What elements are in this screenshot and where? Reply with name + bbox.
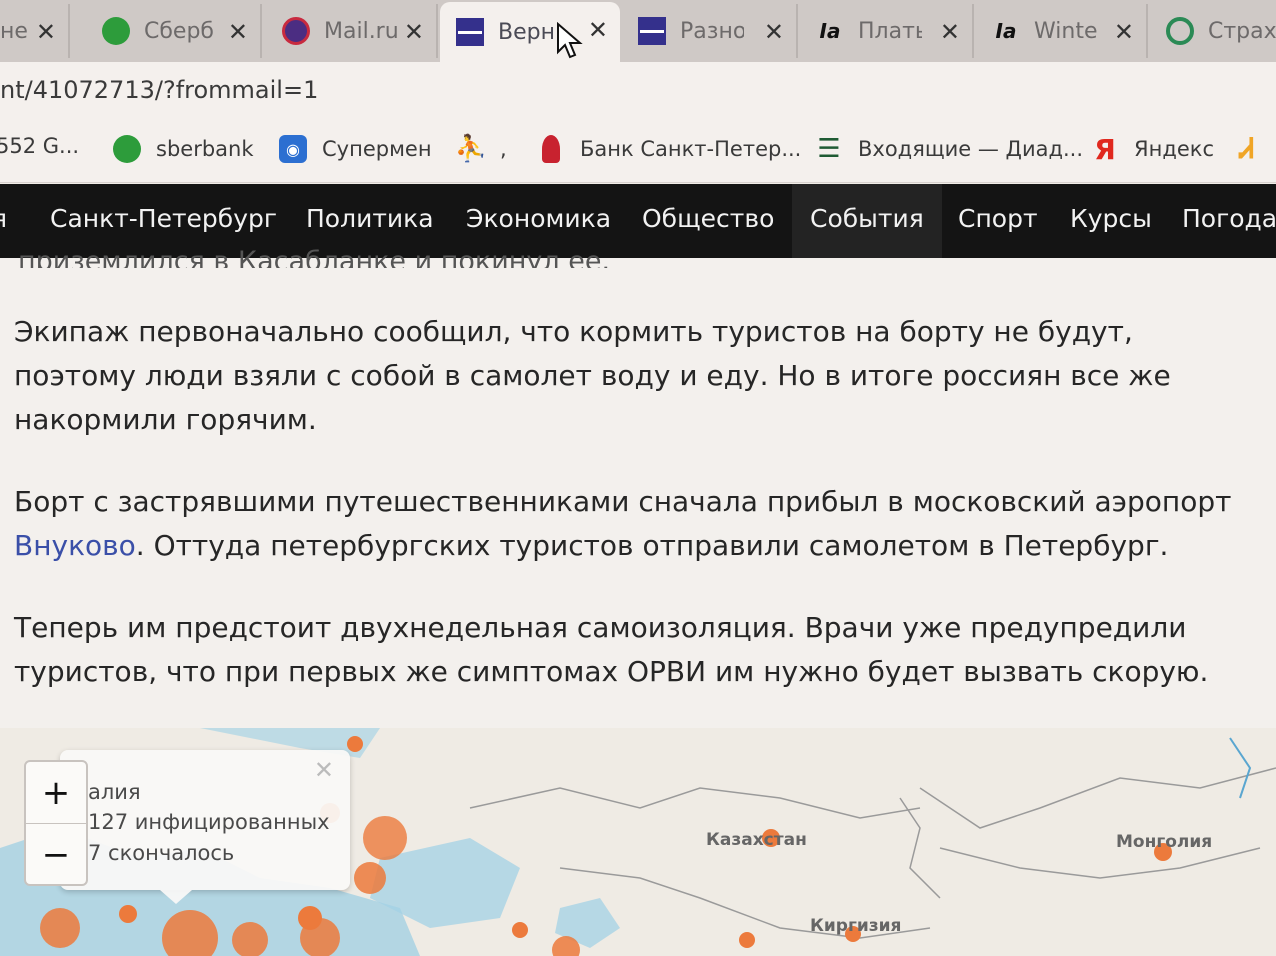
close-icon[interactable]: ✕ (588, 16, 608, 44)
sberbank-icon (102, 17, 130, 45)
nav-item-sport[interactable]: Спорт (958, 204, 1038, 233)
nav-item-weather[interactable]: Погода (1182, 204, 1276, 233)
map-label-kazakhstan: Казахстан (706, 830, 807, 850)
bookmark-label: Банк Санкт-Петер... (580, 137, 802, 161)
nav-item-rates[interactable]: Курсы (1070, 204, 1152, 233)
close-icon[interactable]: ✕ (940, 18, 960, 46)
bookmark-label: Яндекс (1134, 137, 1214, 161)
diadoc-icon: ☰ (817, 134, 841, 164)
tab-1[interactable]: Сберб ✕ (86, 4, 262, 58)
tab-0[interactable]: не ✕ (0, 4, 70, 58)
url-text[interactable]: nt/41072713/?frommail=1 (0, 76, 318, 104)
vnukovo-link[interactable]: Внуково (14, 529, 136, 562)
bookmark-label: , (500, 137, 507, 161)
bookmark-label: sberbank (156, 137, 254, 161)
news-doc-icon (638, 17, 666, 45)
bookmark-runner[interactable]: ⛹ , (454, 134, 507, 164)
popup-country: алия (88, 780, 141, 804)
close-icon[interactable]: ✕ (314, 756, 334, 784)
nav-item[interactable]: я (0, 204, 7, 233)
tab-5[interactable]: Iа Плать ✕ (800, 4, 974, 58)
bookmark-label: Входящие — Диад... (858, 137, 1084, 161)
nav-item-economy[interactable]: Экономика (466, 204, 611, 233)
tab-6[interactable]: Iа Winte ✕ (976, 4, 1148, 58)
mouse-cursor-icon (557, 22, 583, 59)
map-zoom-control: + − (24, 760, 88, 886)
tab-title: Страх (1208, 18, 1276, 44)
close-icon[interactable]: ✕ (228, 18, 248, 46)
tab-title: Плать (858, 18, 922, 44)
tab-title: Верн (498, 19, 555, 45)
close-icon[interactable]: ✕ (764, 18, 784, 46)
article-paragraph-3: Теперь им предстоит двухнедельная самоиз… (14, 611, 1209, 688)
news-doc-icon (456, 18, 484, 46)
article-paragraph-cut: приземлился в Касабланке и покинул ее. (18, 246, 611, 268)
bookmark-bank-spb[interactable]: Банк Санкт-Петер... (536, 134, 801, 164)
map-label-mongolia: Монголия (1116, 832, 1213, 852)
tab-title: Winte (1034, 18, 1098, 44)
tab-7[interactable]: Страх (1150, 4, 1276, 58)
tab-title: Разно (680, 18, 744, 44)
bookmark-sberbank[interactable]: sberbank (112, 134, 254, 164)
bookmarks-bar: 552 G... sberbank ◉ Супермен ⛹ , Банк Са… (0, 120, 1276, 183)
nav-item-events[interactable]: События (810, 204, 924, 233)
bookmark-yandex[interactable]: Я Яндекс (1090, 132, 1214, 166)
bookmark-supermen[interactable]: ◉ Супермен (278, 134, 432, 164)
map-popup: ✕ алия 127 инфицированных 7 скончалось (60, 750, 350, 904)
bookmark-label: 552 G... (0, 134, 80, 158)
address-bar[interactable]: nt/41072713/?frommail=1 (0, 62, 1276, 120)
tab-bar: не ✕ Сберб ✕ Mail.ru ✕ Верн ✕ Разно ✕ Iа… (0, 0, 1276, 62)
bookmark-item[interactable]: 552 G... (0, 134, 79, 158)
tab-4[interactable]: Разно ✕ (622, 4, 798, 58)
bookmark-diadoc[interactable]: ☰ Входящие — Диад... (814, 134, 1083, 164)
sberbank-icon (112, 134, 142, 164)
tab-title: не (0, 18, 28, 44)
popup-tail (160, 890, 192, 904)
runner-icon: ⛹ (454, 134, 488, 164)
tab-3-active[interactable]: Верн ✕ (440, 2, 620, 62)
bookmark-more[interactable]: Ꮧ (1232, 132, 1276, 165)
hand-icon: Ꮧ (1239, 132, 1255, 165)
zoom-in-button[interactable]: + (26, 762, 86, 824)
close-icon[interactable]: ✕ (36, 18, 56, 46)
bookmark-label: Супермен (322, 137, 432, 161)
ia-icon: Iа (819, 19, 841, 43)
paragraph-text: . Оттуда петербургских туристов отправил… (135, 529, 1169, 562)
close-icon[interactable]: ✕ (1114, 18, 1134, 46)
superman-icon: ◉ (278, 134, 308, 164)
popup-deaths: 7 скончалось (88, 841, 235, 865)
refresh-green-icon (1166, 17, 1194, 45)
article-paragraph-2: Борт с застрявшими путешественниками сна… (14, 480, 1254, 568)
popup-infected: 127 инфицированных (88, 810, 330, 834)
tab-title: Mail.ru (324, 18, 399, 44)
tab-title: Сберб (144, 18, 214, 44)
ia-icon: Iа (995, 19, 1017, 43)
zoom-out-button[interactable]: − (26, 824, 86, 885)
nav-item-spb[interactable]: Санкт-Петербург (50, 204, 277, 233)
article-paragraph-1: Экипаж первоначально сообщил, что кормит… (14, 315, 1171, 436)
yandex-icon: Я (1094, 132, 1116, 166)
map-label-kyrgyzstan: Киргизия (810, 916, 902, 936)
mail-ru-icon (282, 17, 310, 45)
bank-spb-icon (536, 134, 566, 164)
close-icon[interactable]: ✕ (404, 18, 424, 46)
nav-item-politics[interactable]: Политика (306, 204, 434, 233)
paragraph-text: Борт с застрявшими путешественниками сна… (14, 485, 1232, 518)
tab-2[interactable]: Mail.ru ✕ (266, 4, 438, 58)
article-body: приземлился в Касабланке и покинул ее. Э… (0, 246, 1276, 728)
nav-item-society[interactable]: Общество (642, 204, 774, 233)
